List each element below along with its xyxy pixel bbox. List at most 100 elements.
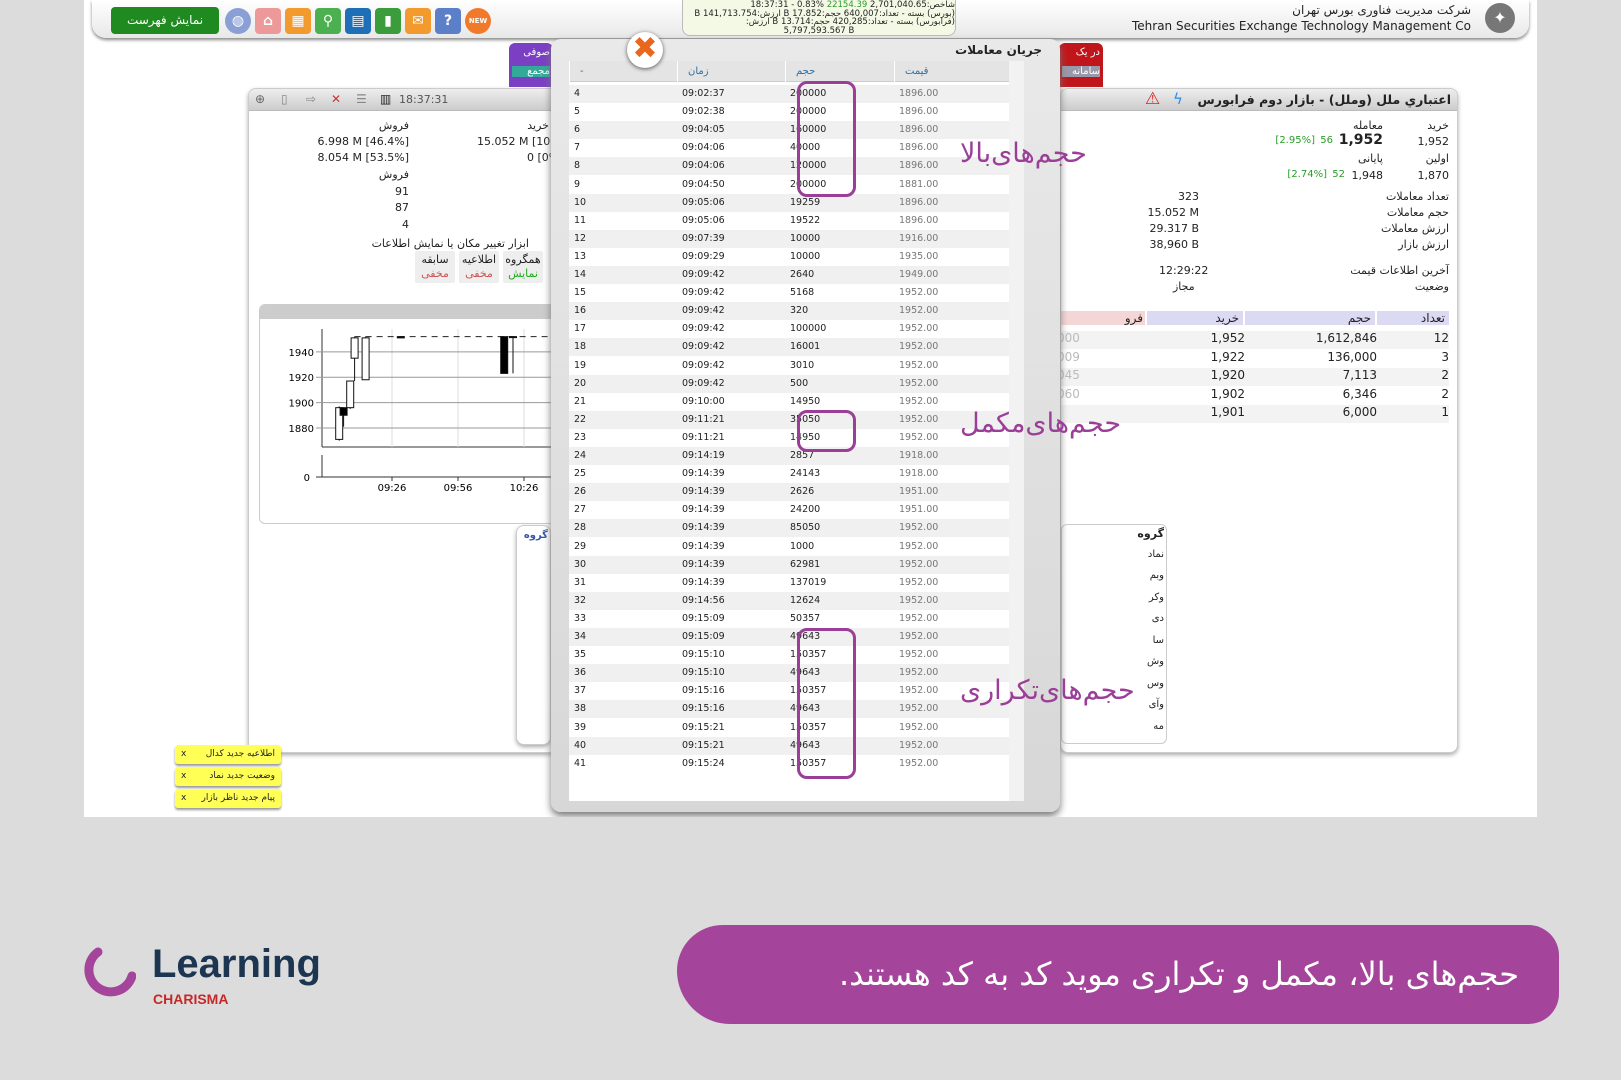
brand: شرکت مدیریت فناوری بورس تهران Tehran Sec… — [1132, 2, 1471, 34]
col-time[interactable]: زمان — [677, 61, 785, 82]
cell-num: 9 — [574, 178, 581, 190]
close-icon[interactable]: ✖ — [627, 32, 663, 68]
table-row[interactable]: 21 09:10:00 14950 1952.00 — [569, 393, 1009, 411]
group-item[interactable]: وکر — [1149, 592, 1164, 603]
message-icon[interactable]: ✉ — [405, 8, 431, 34]
table-row[interactable]: 34 09:15:09 49643 1952.00 — [569, 628, 1009, 647]
table-row[interactable]: 7 09:04:06 40000 1896.00 — [569, 139, 1009, 157]
chart-icon[interactable]: ▮ — [375, 8, 401, 34]
list-icon[interactable]: ☰ — [356, 92, 367, 106]
table-icon[interactable]: ▦ — [285, 8, 311, 34]
table-row[interactable]: 5 09:02:38 200000 1896.00 — [569, 103, 1009, 121]
tool-state: مخفی — [421, 267, 449, 280]
export-icon[interactable]: ⇨ — [306, 92, 316, 106]
tab-sufi[interactable]: صوفی مجمع — [509, 43, 553, 87]
search-icon[interactable]: ⚲ — [315, 8, 341, 34]
book-icon[interactable]: ▤ — [345, 8, 371, 34]
document-icon[interactable]: ▯ — [281, 92, 288, 106]
table-row[interactable]: 24 09:14:19 2857 1918.00 — [569, 447, 1009, 466]
table-row[interactable]: 31 09:14:39 137019 1952.00 — [569, 574, 1009, 592]
cell-num: 10 — [574, 196, 587, 208]
plus-icon[interactable]: ⊕ — [255, 92, 265, 106]
table-row[interactable]: 37 09:15:16 150357 1952.00 — [569, 682, 1009, 700]
lightning-icon[interactable]: ϟ — [1173, 90, 1183, 108]
cell-price: 1896.00 — [899, 214, 939, 226]
cell-num: 31 — [574, 576, 587, 588]
table-row[interactable]: 33 09:15:09 50357 1952.00 — [569, 610, 1009, 628]
table-row[interactable]: 9 09:04:50 200000 1881.00 — [569, 176, 1009, 194]
table-row[interactable]: 41 09:15:24 150357 1952.00 — [569, 755, 1009, 773]
order-volume: 6,346 — [1342, 386, 1377, 401]
table-row[interactable]: 4 09:02:37 200000 1896.00 — [569, 85, 1009, 104]
group-item[interactable]: وبم — [1150, 570, 1164, 581]
notification[interactable]: پیام جدید ناظر بازار x — [175, 789, 281, 808]
new-icon[interactable]: NEW — [465, 8, 491, 34]
table-row[interactable]: 38 09:15:16 49643 1952.00 — [569, 700, 1009, 719]
table-row[interactable]: 8 09:04:06 120000 1896.00 — [569, 157, 1009, 176]
table-row[interactable]: 14 09:09:42 2640 1949.00 — [569, 266, 1009, 285]
close-notification-icon[interactable]: x — [181, 789, 186, 808]
table-row[interactable]: 27 09:14:39 24200 1951.00 — [569, 501, 1009, 519]
table-row[interactable]: 25 09:14:39 24143 1918.00 — [569, 465, 1009, 483]
trade-change: 56 — [1320, 135, 1333, 146]
help-icon[interactable]: ? — [435, 8, 461, 34]
table-row[interactable]: 22 09:11:21 35050 1952.00 — [569, 410, 1009, 429]
globe-icon[interactable]: ◍ — [225, 8, 251, 34]
cell-time: 09:14:39 — [682, 540, 725, 552]
group-item[interactable]: وش — [1147, 656, 1164, 667]
col-volume[interactable]: حجم — [785, 61, 894, 82]
table-row[interactable]: 15 09:09:42 5168 1952.00 — [569, 284, 1009, 302]
table-row[interactable]: 6 09:04:05 160000 1896.00 — [569, 121, 1009, 140]
home-icon[interactable]: ⌂ — [255, 8, 281, 34]
bar-chart-icon[interactable]: ▥ — [380, 92, 391, 106]
table-row[interactable]: 12 09:07:39 10000 1916.00 — [569, 229, 1009, 248]
table-row[interactable]: 30 09:14:39 62981 1952.00 — [569, 555, 1009, 574]
table-row[interactable]: 18 09:09:42 16001 1952.00 — [569, 338, 1009, 357]
table-row[interactable]: 13 09:09:29 10000 1935.00 — [569, 248, 1009, 266]
cell-num: 36 — [574, 667, 587, 679]
warning-icon[interactable]: ⚠ — [1145, 89, 1160, 109]
col-price[interactable]: قیمت — [894, 61, 1009, 82]
show-list-button[interactable]: نمایش فهرست — [111, 7, 219, 34]
group-item[interactable]: وس — [1147, 678, 1164, 689]
close-notification-icon[interactable]: x — [181, 767, 186, 786]
sell-header: فرو — [1061, 311, 1145, 325]
order-buy-price: 1,922 — [1210, 349, 1245, 364]
table-row[interactable]: 11 09:05:06 19522 1896.00 — [569, 212, 1009, 230]
table-row[interactable]: 32 09:14:56 12624 1952.00 — [569, 591, 1009, 610]
close-notification-icon[interactable]: x — [181, 745, 186, 764]
farabourse-value: 5,797,593.567 B — [783, 25, 855, 36]
notification[interactable]: اطلاعیه جدید کدال x — [175, 745, 281, 764]
cell-price: 1949.00 — [899, 269, 939, 280]
table-row[interactable]: 28 09:14:39 85050 1952.00 — [569, 519, 1009, 538]
group-item[interactable]: مه — [1153, 721, 1164, 732]
table-row[interactable]: 35 09:15:10 150357 1952.00 — [569, 646, 1009, 664]
indicator-icon[interactable]: ✕ — [331, 92, 341, 106]
cell-volume: 10000 — [790, 250, 821, 262]
table-row[interactable]: 20 09:09:42 500 1952.00 — [569, 374, 1009, 393]
cell-price: 1896.00 — [899, 160, 939, 172]
tab-red[interactable]: در یک سامانه — [1059, 43, 1103, 87]
table-row[interactable]: 26 09:14:39 2626 1951.00 — [569, 483, 1009, 502]
peer-group-toggle[interactable]: همگروه نمایش — [503, 251, 543, 283]
col-number[interactable]: - — [569, 61, 677, 82]
group-item[interactable]: وآی — [1149, 699, 1164, 710]
group-item[interactable]: سا — [1153, 635, 1164, 646]
table-row[interactable]: 17 09:09:42 100000 1952.00 — [569, 320, 1009, 338]
history-toggle[interactable]: سابقه مخفی — [415, 251, 455, 283]
table-row[interactable]: 29 09:14:39 1000 1952.00 — [569, 538, 1009, 556]
table-row[interactable]: 23 09:11:21 14950 1952.00 — [569, 429, 1009, 447]
table-row[interactable]: 19 09:09:42 3010 1952.00 — [569, 357, 1009, 375]
table-row[interactable]: 36 09:15:10 49643 1952.00 — [569, 664, 1009, 683]
table-row[interactable]: 16 09:09:42 320 1952.00 — [569, 302, 1009, 321]
notice-toggle[interactable]: اطلاعیه مخفی — [459, 251, 499, 283]
cell-time: 09:15:21 — [682, 739, 725, 751]
table-row[interactable]: 10 09:05:06 19259 1896.00 — [569, 193, 1009, 212]
group-item[interactable]: دی — [1152, 613, 1164, 624]
cell-price: 1896.00 — [899, 196, 939, 208]
group-item[interactable]: نماد — [1148, 549, 1164, 560]
notification[interactable]: وضعیت جدید نماد x — [175, 767, 281, 786]
table-row[interactable]: 40 09:15:21 49643 1952.00 — [569, 736, 1009, 755]
table-row[interactable]: 39 09:15:21 150357 1952.00 — [569, 719, 1009, 737]
cell-time: 09:15:21 — [682, 721, 725, 733]
